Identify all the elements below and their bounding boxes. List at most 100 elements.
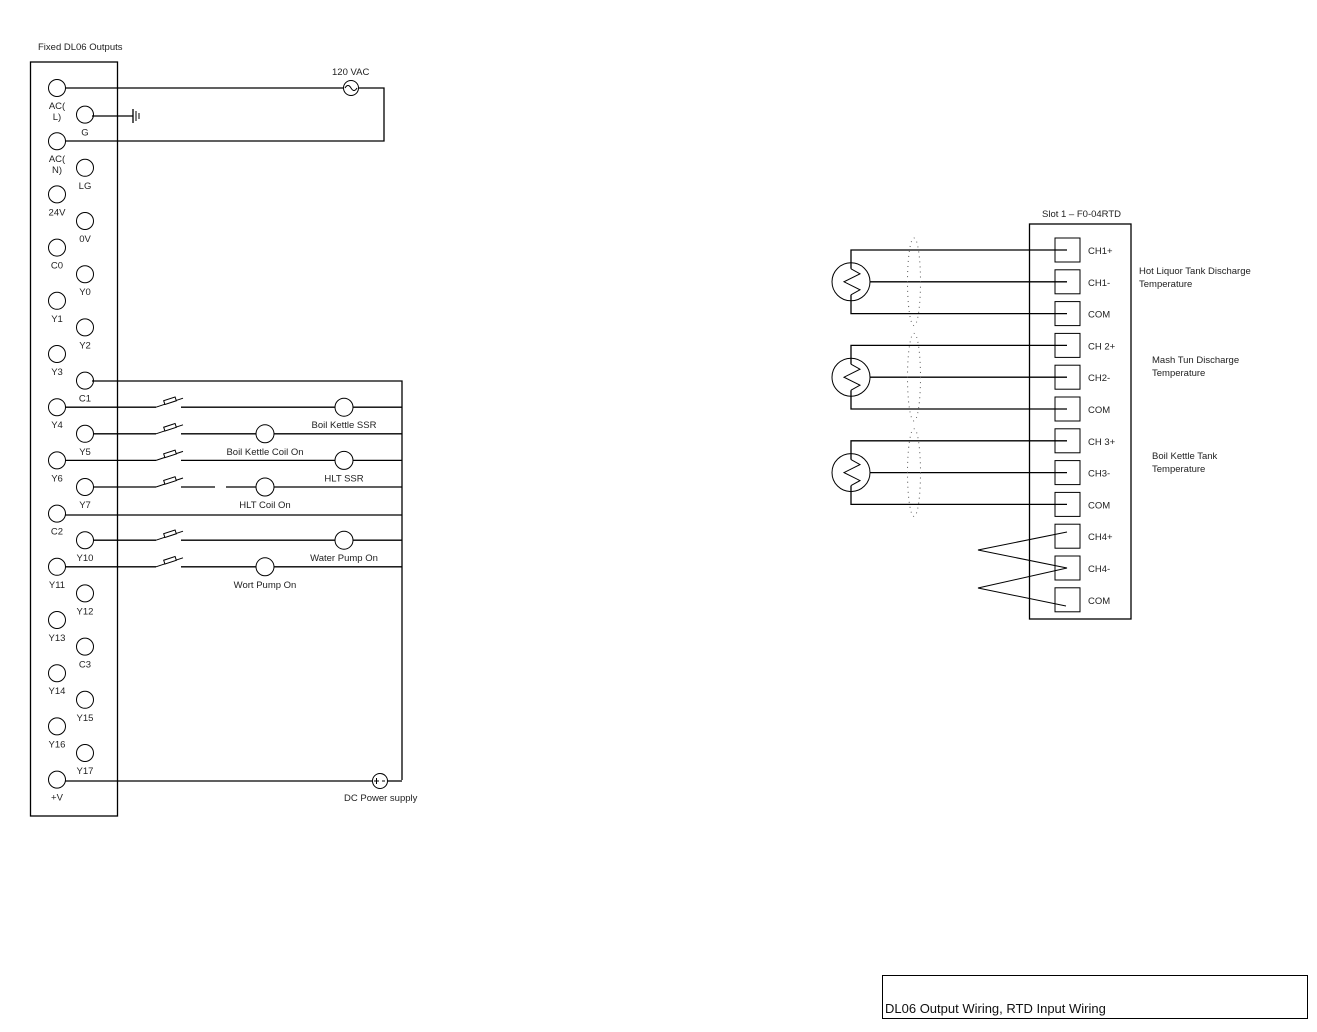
rtd-terminal-label: COM bbox=[1088, 405, 1110, 416]
ch4-jumper-wire bbox=[977, 531, 1068, 607]
load-label: Boil Kettle SSR bbox=[312, 420, 377, 431]
rtd-terminal-label: COM bbox=[1088, 500, 1110, 511]
rtd-channel-labels: Hot Liquor Tank Discharge Temperature Mash… bbox=[1139, 266, 1251, 475]
plc-terminal[interactable] bbox=[76, 637, 94, 656]
plc-terminal-label: Y12 bbox=[77, 606, 94, 617]
dc-source-label: DC Power supply bbox=[344, 793, 418, 804]
load-coil-icon bbox=[255, 557, 275, 577]
plc-terminal[interactable] bbox=[76, 584, 94, 603]
plc-terminal-label: 24V bbox=[49, 207, 67, 218]
rtd-terminal-label: COM bbox=[1088, 310, 1110, 321]
rtd-terminal-label: CH4+ bbox=[1088, 532, 1113, 543]
plc-output-block: Fixed DL06 Outputs AC(L)GAC(N)LG24V0VC0Y… bbox=[29, 42, 123, 817]
plc-terminal[interactable] bbox=[48, 770, 66, 789]
plc-terminal[interactable] bbox=[76, 265, 94, 284]
plc-terminal-label: Y11 bbox=[49, 580, 65, 591]
plc-terminal[interactable] bbox=[48, 717, 66, 736]
load-label: HLT Coil On bbox=[239, 500, 290, 511]
load-coil-icon bbox=[334, 397, 354, 417]
plc-title: Fixed DL06 Outputs bbox=[38, 42, 123, 53]
plc-terminal-label: Y14 bbox=[49, 686, 66, 697]
rtd-terminal[interactable] bbox=[1054, 587, 1081, 613]
plc-terminal-label: C3 bbox=[79, 660, 91, 671]
fuse-icon bbox=[155, 555, 184, 568]
plc-terminal[interactable] bbox=[48, 664, 66, 683]
rtd-channel-label: Boil Kettle Tank bbox=[1152, 451, 1218, 462]
plc-terminal[interactable] bbox=[76, 424, 94, 443]
plc-terminal-label: +V bbox=[51, 793, 64, 804]
ground-icon bbox=[132, 109, 140, 123]
plc-terminal-label: Y7 bbox=[79, 500, 91, 511]
plc-terminal-label: Y1 bbox=[51, 314, 63, 325]
plc-terminal[interactable] bbox=[48, 557, 66, 576]
plc-terminal-label: C1 bbox=[79, 394, 91, 405]
plc-terminal[interactable] bbox=[48, 611, 66, 629]
plc-terminal[interactable] bbox=[76, 690, 94, 709]
plc-terminal[interactable] bbox=[76, 318, 94, 337]
rtd-channel-label: Hot Liquor Tank Discharge bbox=[1139, 266, 1251, 277]
plc-terminal[interactable] bbox=[48, 238, 66, 257]
output-rungs: Boil Kettle SSR Boil Kettle Coil On HLT SS… bbox=[65, 380, 403, 591]
rtd-terminal-label: CH 3+ bbox=[1088, 437, 1116, 448]
load-coil-icon bbox=[255, 424, 275, 444]
rtd-terminal-label: COM bbox=[1088, 596, 1110, 607]
rtd-module: Slot 1 – F0-04RTD CH1+ CH1- COM CH 2+ CH2- CO… bbox=[831, 209, 1251, 620]
plc-terminal[interactable] bbox=[76, 478, 94, 496]
load-label: Boil Kettle Coil On bbox=[226, 447, 303, 458]
plc-terminal[interactable] bbox=[48, 398, 66, 417]
plc-terminal[interactable] bbox=[48, 185, 66, 204]
plc-terminal-label: G bbox=[81, 128, 88, 139]
ac-power-circuit: 120 VAC bbox=[65, 67, 385, 142]
rtd-sensor bbox=[831, 237, 1067, 327]
rtd-sensor bbox=[831, 332, 1067, 422]
rtd-terminal-label: CH 2+ bbox=[1088, 341, 1116, 352]
fuse-icon bbox=[155, 476, 184, 488]
ac-source-label: 120 VAC bbox=[332, 67, 369, 78]
rtd-terminal[interactable] bbox=[1054, 523, 1081, 549]
plc-terminal-label: C2 bbox=[51, 527, 63, 538]
plc-terminal-label: N) bbox=[52, 165, 62, 176]
plc-terminal-label: Y15 bbox=[77, 713, 94, 724]
rtd-sensor bbox=[831, 428, 1067, 517]
plc-terminals: AC(L)GAC(N)LG24V0VC0Y0Y1Y2Y3C1Y4Y5Y6Y7C2… bbox=[48, 79, 94, 804]
plc-terminal[interactable] bbox=[76, 744, 94, 762]
plc-terminal-label: Y10 bbox=[77, 553, 94, 564]
rtd-terminal[interactable] bbox=[1054, 555, 1081, 581]
rtd-terminal-label: CH3- bbox=[1088, 469, 1110, 480]
plc-terminal-label: 0V bbox=[79, 234, 91, 245]
rtd-terminals: CH1+ CH1- COM CH 2+ CH2- COM CH 3+ CH3- COM CH4+ C… bbox=[1054, 237, 1116, 613]
plc-terminal[interactable] bbox=[76, 531, 94, 550]
plc-terminal[interactable] bbox=[76, 371, 94, 390]
plc-body bbox=[29, 61, 119, 817]
plc-terminal[interactable] bbox=[76, 212, 94, 230]
load-coil-icon bbox=[334, 530, 354, 550]
plc-terminal-label: C0 bbox=[51, 261, 63, 272]
plc-terminal-label: AC( bbox=[49, 154, 66, 165]
rtd-channel-label: Temperature bbox=[1152, 368, 1205, 379]
rtd-channel-label: Mash Tun Discharge bbox=[1152, 355, 1239, 366]
load-coil-icon bbox=[255, 477, 275, 497]
plc-terminal[interactable] bbox=[48, 132, 66, 151]
plc-terminal-label: Y0 bbox=[79, 287, 91, 298]
fuse-icon bbox=[155, 449, 184, 461]
plc-terminal-label: Y16 bbox=[49, 739, 66, 750]
plc-terminal[interactable] bbox=[76, 158, 94, 177]
plc-terminal[interactable] bbox=[48, 504, 66, 523]
rtd-terminal-label: CH4- bbox=[1088, 564, 1110, 575]
plc-terminal-label: Y17 bbox=[77, 766, 94, 777]
load-label: HLT SSR bbox=[324, 473, 363, 484]
plc-terminal[interactable] bbox=[48, 345, 66, 363]
load-coil-icon bbox=[334, 450, 354, 470]
title-block-text: DL06 Output Wiring, RTD Input Wiring bbox=[885, 1001, 1106, 1016]
plc-terminal-label: Y5 bbox=[79, 447, 91, 458]
plc-terminal[interactable] bbox=[76, 105, 94, 124]
plc-terminal[interactable] bbox=[48, 451, 66, 470]
rtd-terminal-label: CH2- bbox=[1088, 373, 1110, 384]
rtd-terminal-label: CH1+ bbox=[1088, 246, 1113, 257]
plc-terminal[interactable] bbox=[48, 291, 66, 310]
rtd-module-title: Slot 1 – F0-04RTD bbox=[1042, 209, 1121, 220]
plc-terminal-label: Y2 bbox=[79, 340, 91, 351]
fuse-icon bbox=[155, 422, 184, 435]
plc-terminal-label: Y3 bbox=[51, 367, 63, 378]
plc-terminal[interactable] bbox=[48, 79, 66, 97]
